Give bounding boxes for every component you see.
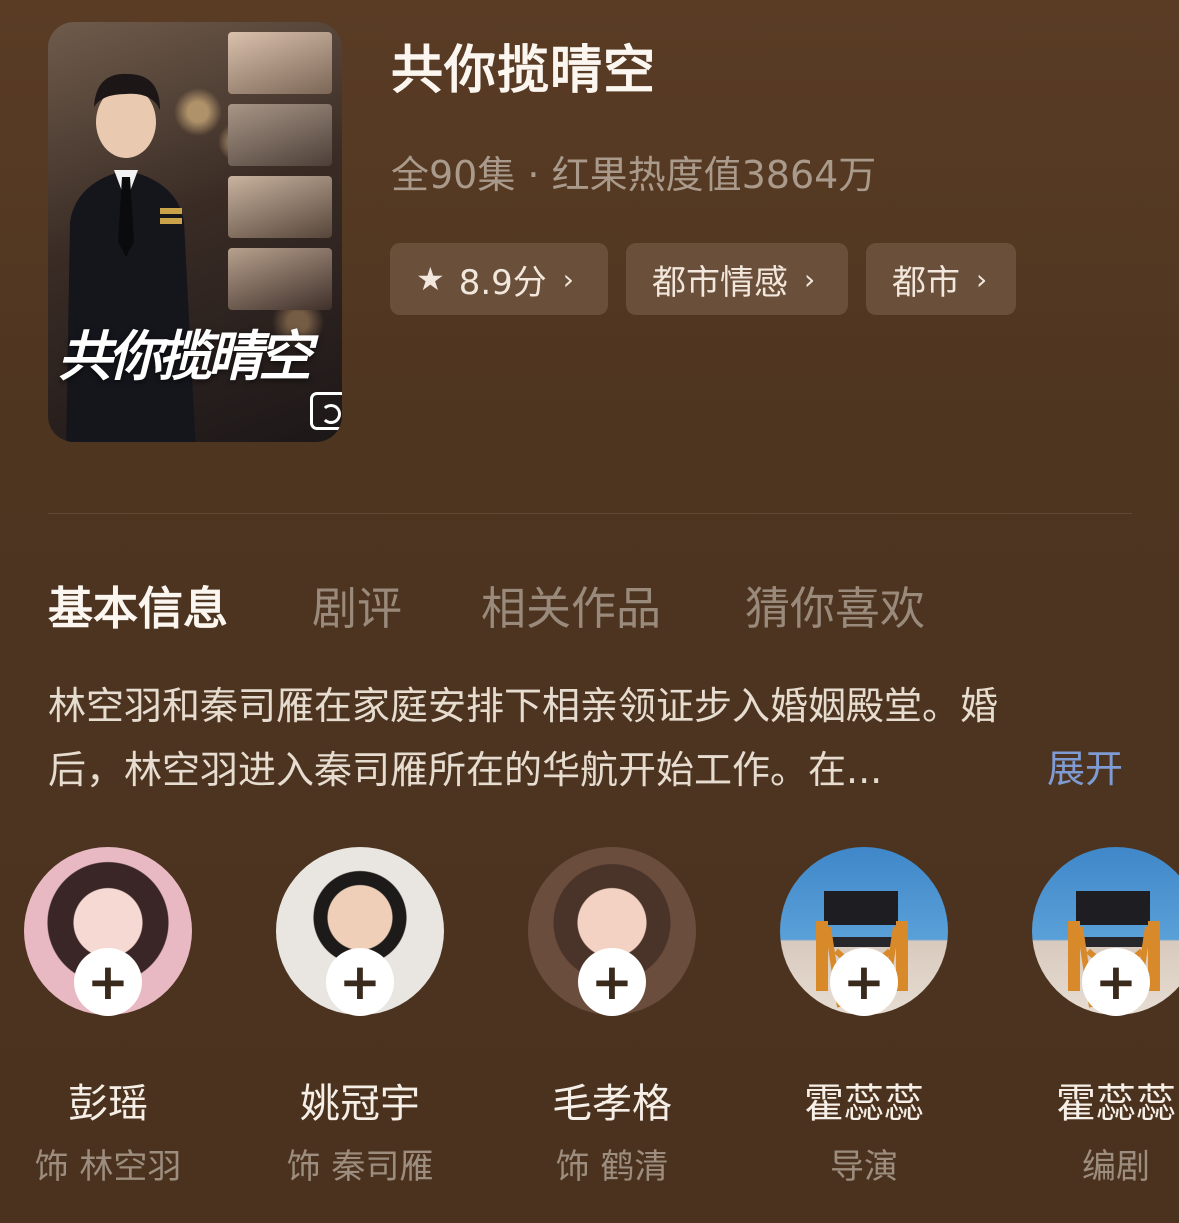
follow-plus-button[interactable]: + [1082,948,1150,1016]
follow-plus-button[interactable]: + [830,948,898,1016]
expand-synopsis-link[interactable]: 展开 [1047,738,1123,793]
synopsis-text: 林空羽和秦司雁在家庭安排下相亲领证步入婚姻殿堂。婚 后，林空羽进入秦司雁所在的华… [48,674,1128,802]
cast-name: 姚冠宇 [300,1081,420,1127]
synopsis-line-2: 后，林空羽进入秦司雁所在的华航开始工作。在... [48,748,883,792]
drama-poster[interactable]: 共你揽晴空 [48,22,342,442]
tab-reviews[interactable]: 剧评 [312,572,402,637]
genre-label: 都市情感 [652,262,788,303]
cast-role: 饰 林空羽 [34,1147,182,1187]
chevron-right-icon: › [976,262,988,296]
drama-meta: 全90集 · 红果热度值3864万 [391,153,877,197]
cast-role: 导演 [830,1147,898,1187]
poster-still-2 [228,104,332,166]
follow-plus-button[interactable]: + [74,948,142,1016]
rating-label: 8.9分 [458,262,547,303]
follow-plus-button[interactable]: + [578,948,646,1016]
category-chip[interactable]: 都市 › [866,243,1016,315]
cast-role: 饰 秦司雁 [286,1147,434,1187]
section-divider [48,513,1132,514]
category-label: 都市 [892,262,960,303]
cast-role: 编剧 [1082,1147,1150,1187]
genre-chip[interactable]: 都市情感 › [626,243,848,315]
tab-related-works[interactable]: 相关作品 [481,572,661,637]
poster-still-3 [228,176,332,238]
follow-plus-button[interactable]: + [326,948,394,1016]
cast-name: 毛孝格 [552,1081,672,1127]
tab-recommendations[interactable]: 猜你喜欢 [745,572,925,637]
chevron-right-icon: › [804,262,816,296]
drama-title: 共你揽晴空 [391,41,657,101]
poster-title-art: 共你揽晴空 [58,324,312,388]
star-icon: ★ [416,260,445,298]
poster-still-4 [228,248,332,310]
cast-role: 饰 鹤清 [555,1147,669,1187]
synopsis-line-1: 林空羽和秦司雁在家庭安排下相亲领证步入婚姻殿堂。婚 [48,684,999,728]
app-logo-icon [310,392,342,430]
chevron-right-icon: › [562,262,574,296]
cast-name: 彭瑶 [68,1081,148,1127]
cast-name: 霍蕊蕊 [804,1081,924,1127]
tab-basic-info[interactable]: 基本信息 [48,572,228,637]
poster-still-1 [228,32,332,94]
cast-name: 霍蕊蕊 [1056,1081,1176,1127]
rating-chip[interactable]: ★ 8.9分 › [390,243,608,315]
